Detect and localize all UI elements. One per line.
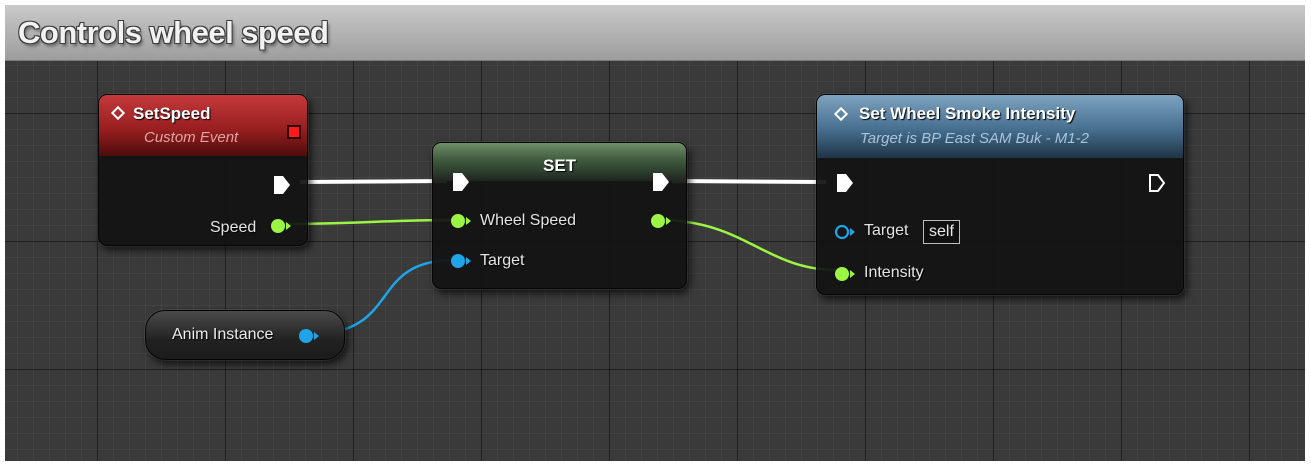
intensity-input-pin-icon[interactable] <box>834 266 856 282</box>
setspeed-event-node[interactable]: SetSpeed Custom Event Speed <box>98 94 308 246</box>
wheel-speed-input-label: Wheel Speed <box>480 212 577 229</box>
exec-output-pin-icon[interactable] <box>273 175 291 195</box>
exec-input-pin-icon[interactable] <box>452 172 470 192</box>
target-input-pin-icon[interactable] <box>450 253 472 269</box>
blueprint-graph-canvas[interactable]: Controls wheel speed SetSpeed Custom Eve… <box>5 5 1305 461</box>
exec-output-pin-icon[interactable] <box>652 172 670 192</box>
target-input-label: Target <box>480 252 525 269</box>
event-diamond-icon <box>110 105 126 121</box>
set-node-header[interactable]: SET <box>433 143 686 181</box>
set-variable-node[interactable]: SET Wheel Speed Target <box>432 142 687 289</box>
delegate-pin-icon[interactable] <box>287 125 301 139</box>
setspeed-node-header[interactable]: SetSpeed Custom Event <box>99 95 307 156</box>
exec-wire-setspeed-to-set[interactable] <box>299 179 448 184</box>
exec-output-pin-icon[interactable] <box>1148 173 1166 193</box>
function-diamond-icon <box>833 106 849 122</box>
wheel-smoke-node-subtitle: Target is BP East SAM Buk - M1-2 <box>860 130 1089 147</box>
setspeed-node-title: SetSpeed <box>133 104 211 123</box>
exec-wire-set-to-wheel-smoke[interactable] <box>671 179 827 184</box>
target-input-pin-icon[interactable] <box>834 224 856 240</box>
speed-output-pin-icon[interactable] <box>270 218 292 234</box>
intensity-input-label: Intensity <box>864 264 924 281</box>
target-input-label: Target <box>864 222 909 239</box>
anim-instance-output-pin-icon[interactable] <box>298 328 320 344</box>
wheel-smoke-node-header[interactable]: Set Wheel Smoke Intensity Target is BP E… <box>817 95 1183 158</box>
wheel-speed-input-pin-icon[interactable] <box>450 213 472 229</box>
wheel-speed-output-pin-icon[interactable] <box>650 213 672 229</box>
anim-instance-label: Anim Instance <box>172 326 274 343</box>
wheel-smoke-node-title: Set Wheel Smoke Intensity <box>859 104 1076 123</box>
speed-output-label: Speed <box>210 219 257 236</box>
setspeed-node-subtitle: Custom Event <box>144 129 239 146</box>
exec-input-pin-icon[interactable] <box>836 173 854 193</box>
target-default-self-field[interactable]: self <box>923 220 960 244</box>
anim-instance-node[interactable]: Anim Instance <box>145 310 345 360</box>
set-node-title: SET <box>543 156 577 175</box>
set-wheel-smoke-intensity-node[interactable]: Set Wheel Smoke Intensity Target is BP E… <box>816 94 1184 295</box>
